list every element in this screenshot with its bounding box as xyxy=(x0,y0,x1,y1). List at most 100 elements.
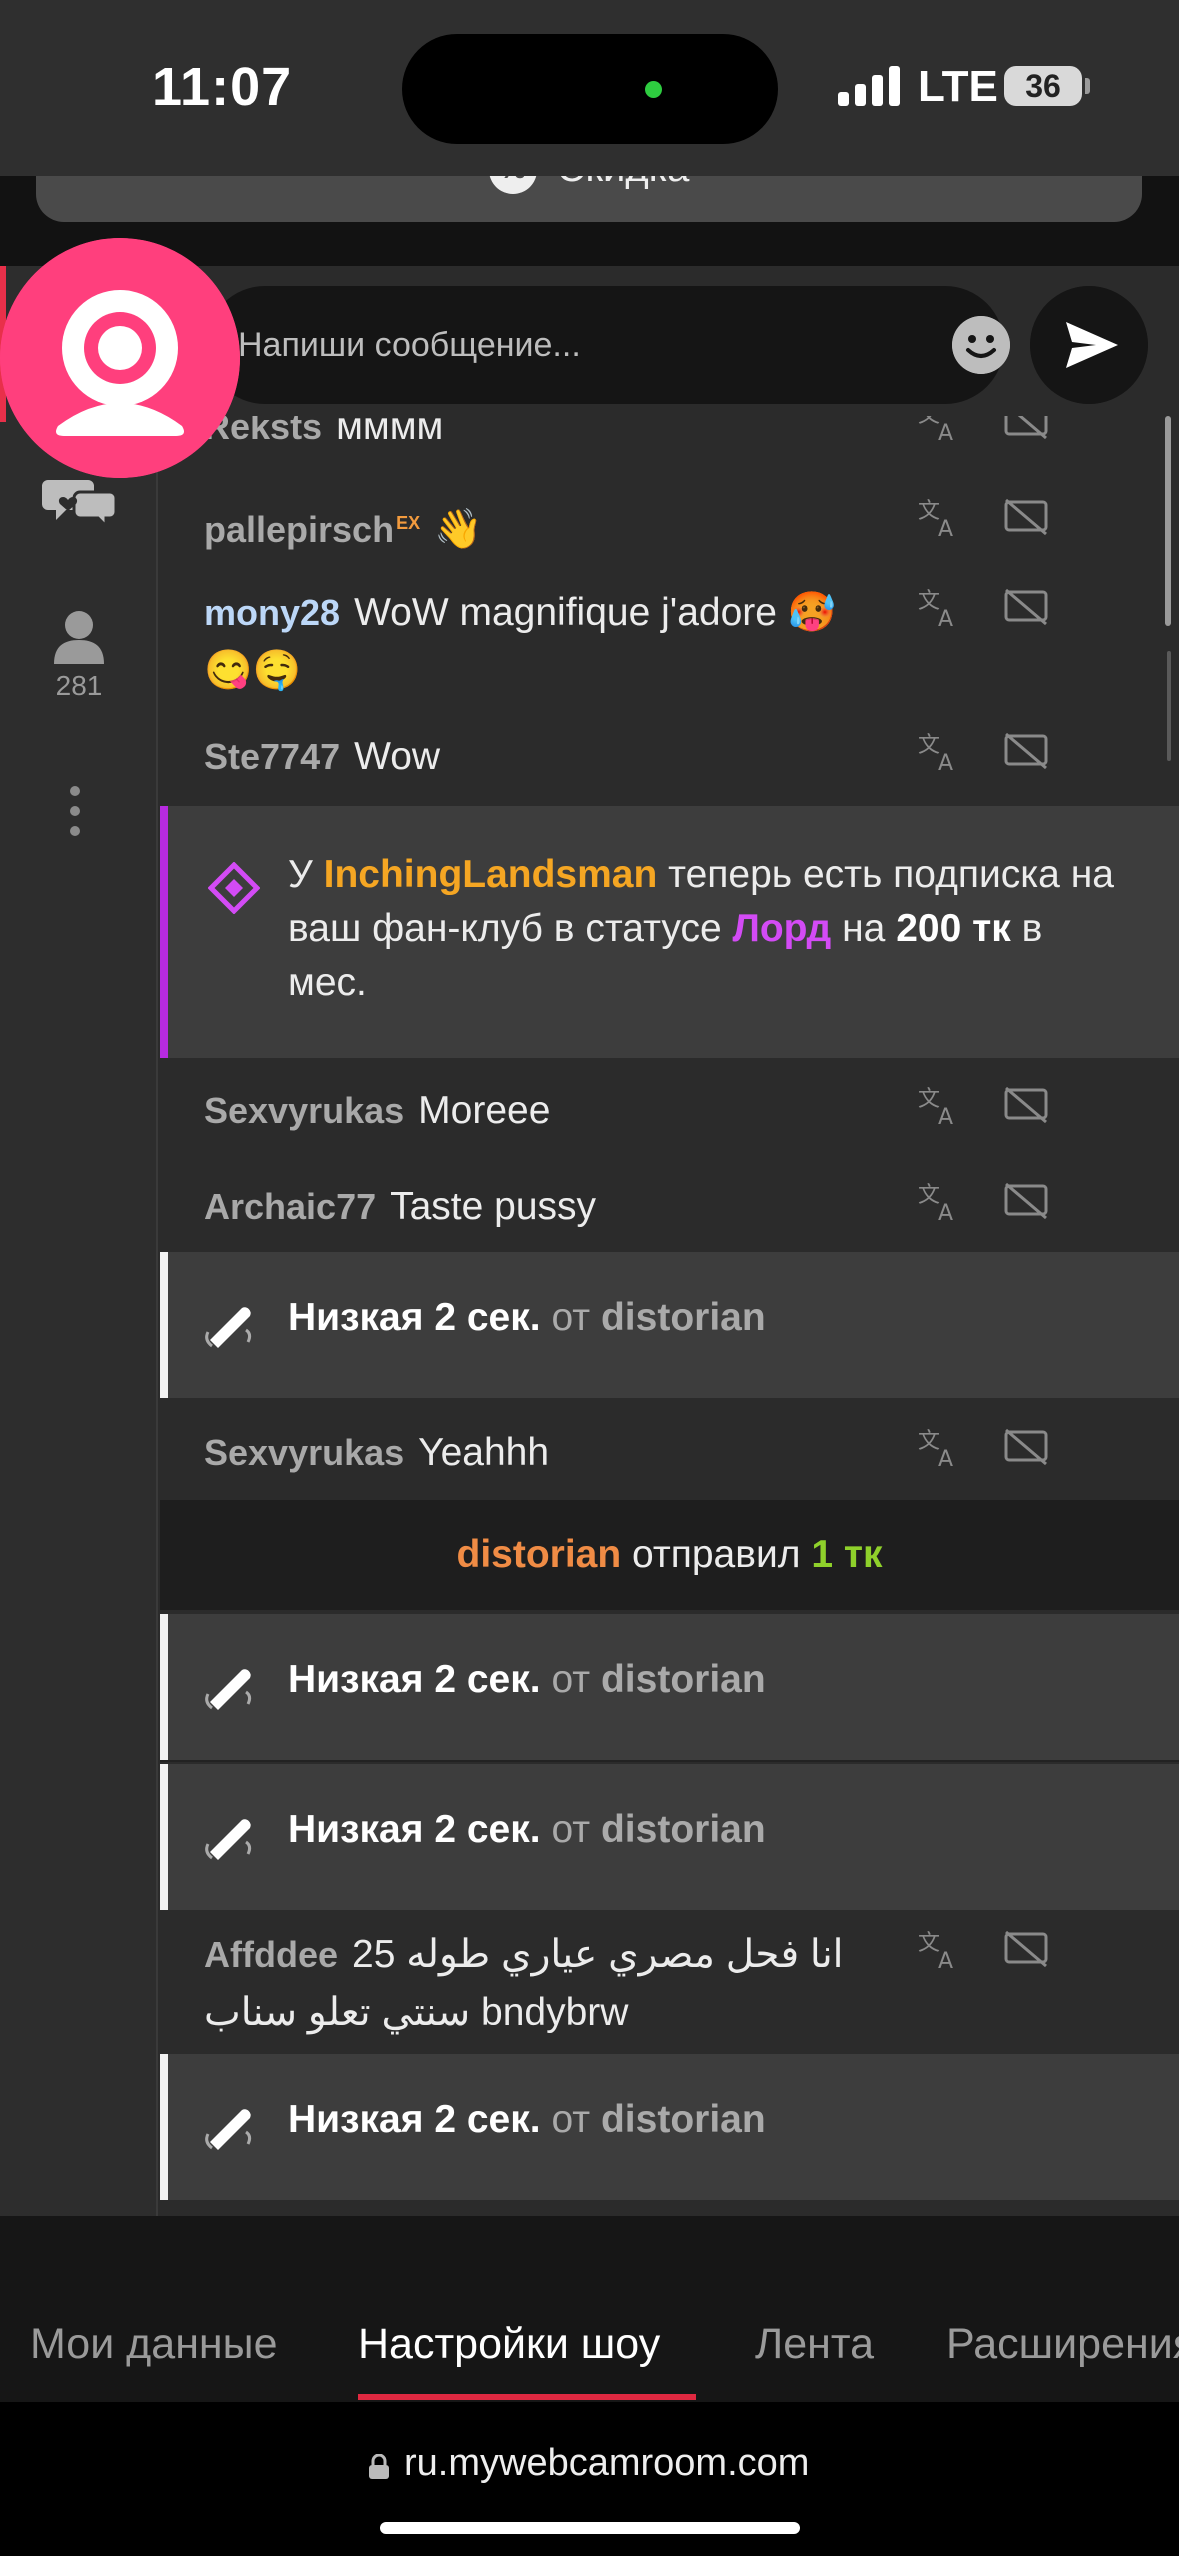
chat-text: Yeahhh xyxy=(418,1431,550,1474)
svg-text:文: 文 xyxy=(918,1931,940,1956)
status-bar: 11:07 LTE 36 xyxy=(0,0,1179,176)
svg-text:文: 文 xyxy=(918,1183,940,1208)
viewers-icon[interactable] xyxy=(50,608,108,666)
chat-message: Reksts мммм 文A xyxy=(160,416,1179,456)
chat-text: мммм xyxy=(336,416,444,448)
discount-icon xyxy=(488,176,537,195)
diamond-icon xyxy=(208,862,260,914)
vibration-accent-bar xyxy=(160,1252,168,1398)
home-indicator[interactable] xyxy=(380,2522,800,2534)
hide-message-icon[interactable] xyxy=(1002,730,1050,774)
tip-username[interactable]: distorian xyxy=(457,1533,622,1576)
svg-text:A: A xyxy=(938,1201,953,1224)
svg-text:A: A xyxy=(938,751,953,774)
discount-button[interactable]: Скидка xyxy=(36,176,1142,222)
vibration-username[interactable]: distorian xyxy=(601,1658,766,1701)
svg-text:A: A xyxy=(938,1105,953,1128)
message-input-container xyxy=(206,286,1010,404)
vibration-username[interactable]: distorian xyxy=(601,2098,766,2141)
chat-message: Archaic77 Taste pussy 文A xyxy=(160,1178,1179,1236)
discount-label: Скидка xyxy=(557,176,690,190)
svg-text:A: A xyxy=(938,421,953,444)
translate-icon[interactable]: 文A xyxy=(916,496,964,540)
tab-extensions[interactable]: Расширения xyxy=(946,2320,1179,2369)
chat-username[interactable]: Archaic77 xyxy=(204,1186,376,1227)
hide-message-icon[interactable] xyxy=(1002,416,1050,444)
svg-text:A: A xyxy=(938,1949,953,1972)
translate-icon[interactable]: 文A xyxy=(916,586,964,630)
chat-hearts-icon[interactable] xyxy=(40,470,118,530)
tab-my-data[interactable]: Мои данные xyxy=(30,2320,278,2369)
status-time: 11:07 xyxy=(152,57,293,117)
chat-message: Sexvyrukas Moreee 文A xyxy=(160,1082,1179,1140)
url-text[interactable]: ru.mywebcamroom.com xyxy=(404,2442,809,2485)
hide-message-icon[interactable] xyxy=(1002,1084,1050,1128)
fanclub-amount: 200 тк xyxy=(896,907,1011,950)
vibration-level: Низкая 2 сек. xyxy=(288,2098,541,2141)
signal-icon xyxy=(838,66,900,106)
chat-list[interactable]: Reksts мммм 文A pallepirsch EX 👋 文A mony28 Wo… xyxy=(160,416,1179,2216)
camera-indicator-dot xyxy=(645,81,662,98)
svg-text:A: A xyxy=(938,1447,953,1470)
dynamic-island xyxy=(402,34,778,144)
hide-message-icon[interactable] xyxy=(1002,496,1050,540)
vibration-event: Низкая 2 сек. от distorian xyxy=(160,2054,1179,2200)
svg-text:文: 文 xyxy=(918,1087,940,1112)
hide-message-icon[interactable] xyxy=(1002,1928,1050,1972)
fanclub-status: Лорд xyxy=(732,907,832,950)
tab-feed[interactable]: Лента xyxy=(755,2320,874,2369)
translate-icon[interactable]: 文A xyxy=(916,1426,964,1470)
battery-tip xyxy=(1085,78,1090,94)
webcam-logo[interactable] xyxy=(0,238,240,478)
vibration-event: Низкая 2 сек. от distorian xyxy=(160,1252,1179,1398)
tip-amount: 1 тк xyxy=(811,1533,883,1576)
more-options-icon[interactable] xyxy=(70,786,82,846)
translate-icon[interactable]: 文A xyxy=(916,1928,964,1972)
chat-text: 👋 xyxy=(434,508,483,551)
chat-text: Taste pussy xyxy=(390,1185,597,1228)
translate-icon[interactable]: 文A xyxy=(916,1180,964,1224)
chat-message: mony28 WoW magnifique j'adore 🥵😋🤤 文A xyxy=(160,584,1179,700)
chat-username[interactable]: Ste7747 xyxy=(204,736,340,777)
vibration-level: Низкая 2 сек. xyxy=(288,1658,541,1701)
fanclub-notification: У InchingLandsman теперь есть подписка н… xyxy=(160,806,1179,1058)
fanclub-username[interactable]: InchingLandsman xyxy=(324,853,658,896)
viewers-count: 281 xyxy=(55,670,103,701)
network-type: LTE xyxy=(918,62,998,111)
vibration-event: Низкая 2 сек. от distorian xyxy=(160,1614,1179,1760)
chat-username[interactable]: Sexvyrukas xyxy=(204,1090,404,1131)
chat-message: Sexvyrukas Yeahhh 文A xyxy=(160,1424,1179,1482)
chat-username[interactable]: Sexvyrukas xyxy=(204,1432,404,1473)
fanclub-text: У InchingLandsman теперь есть подписка н… xyxy=(288,853,1114,1004)
chat-username[interactable]: Affddee xyxy=(204,1934,338,1975)
translate-icon[interactable]: 文A xyxy=(916,730,964,774)
svg-text:文: 文 xyxy=(918,733,940,758)
hide-message-icon[interactable] xyxy=(1002,1426,1050,1470)
chat-username[interactable]: mony28 xyxy=(204,592,340,633)
chat-message: pallepirsch EX 👋 文A xyxy=(160,494,1179,559)
vibration-icon xyxy=(205,1669,252,1710)
vibration-icon xyxy=(205,1819,252,1860)
active-tab-underline xyxy=(358,2394,696,2400)
vibration-event: Низкая 2 сек. от distorian xyxy=(160,1764,1179,1910)
vibration-icon xyxy=(205,1307,252,1348)
svg-text:文: 文 xyxy=(918,499,940,524)
browser-url-bar[interactable]: ru.mywebcamroom.com xyxy=(0,2402,1179,2556)
ex-badge: EX xyxy=(396,513,421,533)
translate-icon[interactable]: 文A xyxy=(916,416,964,444)
tab-show-settings[interactable]: Настройки шоу xyxy=(358,2320,660,2369)
chat-text: Wow xyxy=(354,735,441,778)
message-input[interactable] xyxy=(238,318,878,372)
vibration-username[interactable]: distorian xyxy=(601,1808,766,1851)
svg-text:文: 文 xyxy=(918,1429,940,1454)
hide-message-icon[interactable] xyxy=(1002,586,1050,630)
chat-message: Ste7747 Wow 文A xyxy=(160,728,1179,786)
svg-text:文: 文 xyxy=(918,416,940,428)
emoji-icon[interactable] xyxy=(952,316,1010,374)
hide-message-icon[interactable] xyxy=(1002,1180,1050,1224)
svg-text:A: A xyxy=(938,607,953,630)
chat-username[interactable]: pallepirsch EX xyxy=(204,509,420,550)
translate-icon[interactable]: 文A xyxy=(916,1084,964,1128)
vibration-username[interactable]: distorian xyxy=(601,1296,766,1339)
send-button[interactable] xyxy=(1030,286,1148,404)
